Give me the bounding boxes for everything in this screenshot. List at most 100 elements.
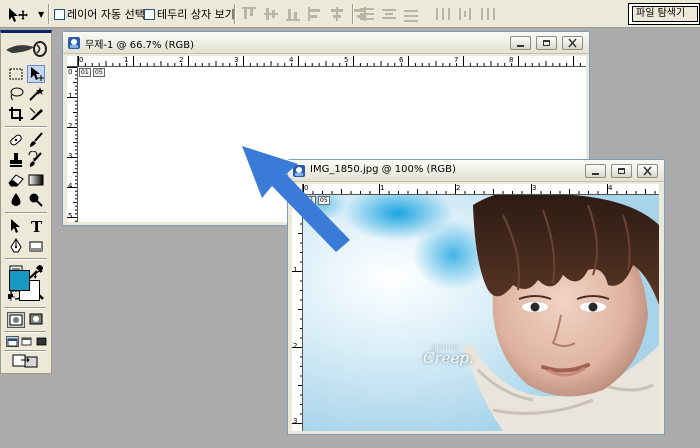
options-separator [48, 4, 50, 24]
ruler-ticks [67, 67, 77, 222]
jump-to-imageready-button[interactable] [12, 354, 40, 368]
clone-stamp-tool-icon[interactable] [7, 151, 25, 169]
standard-mode-button[interactable] [7, 312, 25, 328]
distribute-horizontal-center-icon[interactable] [456, 6, 474, 22]
minimize-button[interactable] [510, 36, 531, 50]
ruler-label: 1 [380, 184, 385, 192]
align-left-icon[interactable] [306, 6, 324, 22]
dodge-tool-icon[interactable] [27, 191, 45, 209]
close-button[interactable] [637, 164, 658, 178]
gradient-tool-icon[interactable] [27, 171, 45, 189]
ruler-label: 4 [289, 56, 294, 64]
options-separator [234, 4, 236, 24]
auto-select-layer-label: 레이어 자동 선택 [67, 8, 145, 21]
svg-text:T: T [31, 218, 43, 235]
ruler-label: 5 [68, 212, 73, 220]
watermark-text: Creep. [423, 349, 474, 367]
ruler-origin[interactable] [292, 184, 303, 195]
blur-tool-icon[interactable] [7, 191, 25, 209]
ruler-label: 1 [293, 266, 298, 274]
type-tool-icon[interactable]: T [27, 217, 45, 235]
pen-tool-icon[interactable] [7, 237, 25, 255]
ruler-label: 3 [532, 184, 537, 192]
slice-number-badge: 01 [304, 196, 316, 205]
horizontal-ruler[interactable]: 0 1 2 3 4 5 6 7 8 [78, 56, 586, 67]
ruler-origin[interactable] [67, 56, 78, 67]
rectangle-tool-icon[interactable] [27, 237, 45, 255]
swap-colors-icon[interactable] [34, 270, 44, 280]
slice-number-badge: 01 [79, 68, 91, 77]
vertical-ruler[interactable]: 0 1 2 3 4 5 [67, 67, 78, 222]
ruler-label: 2 [293, 342, 298, 350]
distribute-bottom-icon[interactable] [402, 6, 420, 22]
feather-logo-icon[interactable] [4, 38, 48, 60]
photo-canvas[interactable]: 안녕하세요 Creep. 01 05 [303, 195, 659, 431]
distribute-buttons [358, 6, 496, 22]
magic-wand-tool-icon[interactable] [27, 85, 45, 103]
healing-brush-tool-icon[interactable] [7, 131, 25, 149]
maximize-button[interactable] [536, 36, 557, 50]
ruler-ticks [303, 184, 656, 194]
toolbox-divider [5, 212, 47, 214]
slice-tool-icon[interactable] [27, 105, 45, 123]
close-button[interactable] [562, 36, 583, 50]
quick-mask-mode-button[interactable] [28, 312, 46, 328]
lasso-tool-icon[interactable] [7, 85, 25, 103]
ruler-label: 8 [509, 56, 514, 64]
toolbox-divider [4, 307, 46, 309]
ruler-label: 3 [293, 417, 298, 425]
portrait-photo [303, 195, 659, 431]
slice-symbol-badge: 05 [93, 68, 105, 77]
file-browser-tab[interactable]: 파일 탐색기 [632, 6, 698, 22]
ruler-label: 0 [293, 196, 298, 204]
checkbox-box[interactable] [144, 8, 155, 20]
move-tool-icon[interactable] [27, 65, 45, 83]
auto-select-layer-checkbox[interactable]: 레이어 자동 선택 [54, 7, 145, 21]
ruler-ticks [292, 195, 302, 424]
close-icon [643, 166, 652, 176]
toolbox-divider [4, 350, 46, 352]
vertical-ruler[interactable]: 0 1 2 3 [292, 195, 303, 431]
distribute-right-icon[interactable] [478, 6, 496, 22]
distribute-left-icon[interactable] [434, 6, 452, 22]
align-bottom-icon[interactable] [284, 6, 302, 22]
document-title-bar[interactable]: 무제-1 @ 66.7% (RGB) [63, 32, 589, 54]
align-top-icon[interactable] [240, 6, 258, 22]
palette-well: 파일 탐색기 [628, 3, 700, 25]
rectangular-marquee-tool-icon[interactable] [7, 65, 25, 83]
history-brush-tool-icon[interactable] [27, 151, 45, 169]
maximize-button[interactable] [611, 164, 632, 178]
foreground-color-swatch[interactable] [9, 270, 30, 291]
minimize-button[interactable] [585, 164, 606, 178]
full-screen-mode-button[interactable] [36, 336, 49, 347]
ruler-label: 1 [68, 92, 73, 100]
path-selection-tool-icon[interactable] [7, 217, 25, 235]
ruler-label: 2 [456, 184, 461, 192]
show-bounding-box-checkbox[interactable]: 테두리 상자 보기 [144, 7, 235, 21]
crop-tool-icon[interactable] [7, 105, 25, 123]
ruler-label: 2 [68, 122, 73, 130]
document-title-bar[interactable]: IMG_1850.jpg @ 100% (RGB) [288, 160, 664, 182]
distribute-vertical-center-icon[interactable] [380, 6, 398, 22]
ruler-label: 7 [454, 56, 459, 64]
photoshop-document-icon [68, 37, 80, 49]
horizontal-ruler[interactable]: 0 1 2 3 4 [303, 184, 659, 195]
default-colors-icon[interactable] [8, 294, 15, 301]
options-separator [352, 4, 354, 24]
standard-screen-mode-button[interactable] [6, 336, 19, 347]
ruler-label: 3 [68, 152, 73, 160]
align-buttons [240, 6, 368, 22]
brush-tool-icon[interactable] [27, 131, 45, 149]
align-vertical-center-icon[interactable] [262, 6, 280, 22]
ruler-label: 0 [304, 184, 309, 192]
photo-document-window[interactable]: IMG_1850.jpg @ 100% (RGB) 0 1 2 3 4 0 1 … [287, 159, 665, 435]
toolbox-divider [5, 258, 47, 260]
move-tool-icon [9, 8, 28, 22]
align-horizontal-center-icon[interactable] [328, 6, 346, 22]
tool-preset-picker[interactable]: ▼ [4, 4, 44, 24]
full-screen-menu-mode-button[interactable] [21, 336, 34, 347]
distribute-top-icon[interactable] [358, 6, 376, 22]
checkbox-box[interactable] [54, 8, 65, 20]
show-bounding-box-label: 테두리 상자 보기 [157, 8, 235, 21]
eraser-tool-icon[interactable] [7, 171, 25, 189]
